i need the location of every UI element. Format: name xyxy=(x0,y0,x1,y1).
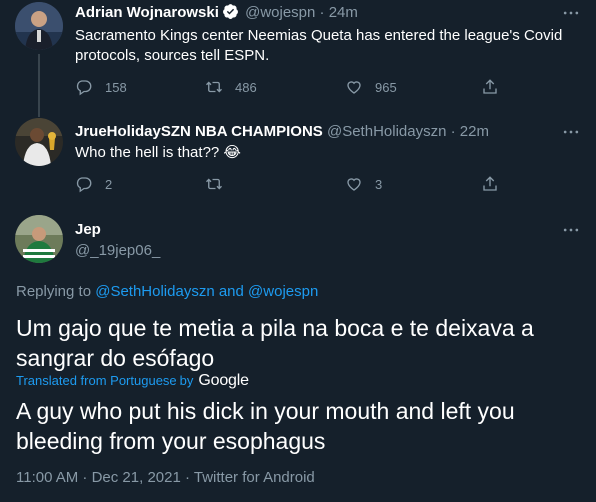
like-icon xyxy=(347,81,361,94)
more-icon[interactable] xyxy=(561,122,581,142)
replying-prefix: Replying to xyxy=(16,283,92,300)
author-handle[interactable]: @_19jep06_ xyxy=(75,241,160,261)
thread-line xyxy=(38,54,40,110)
google-logo: Google xyxy=(198,372,249,389)
like-count: 3 xyxy=(375,176,383,192)
author-handle[interactable]: @SethHolidayszn xyxy=(327,123,446,140)
retweet-button[interactable]: 486 xyxy=(205,78,257,96)
thread-line xyxy=(38,110,40,117)
tweet-actions: 2 3 xyxy=(75,175,515,195)
like-button[interactable]: 965 xyxy=(345,78,397,96)
verified-badge-icon xyxy=(222,3,239,26)
avatar-jep[interactable] xyxy=(15,215,63,263)
tweet-time[interactable]: 22m xyxy=(460,123,489,140)
reply-count: 2 xyxy=(105,176,113,192)
retweet-icon xyxy=(206,81,222,93)
translated-by: by xyxy=(179,373,194,388)
tweet-text: Um gajo que te metia a pila na boca e te… xyxy=(16,315,534,371)
reply-button[interactable]: 158 xyxy=(75,78,127,96)
like-button[interactable]: 3 xyxy=(345,175,382,193)
tweet-actions: 158 486 965 xyxy=(75,78,515,98)
more-icon[interactable] xyxy=(561,220,581,240)
tweet-header: JrueHolidaySZN NBA CHAMPIONS @SethHolida… xyxy=(75,123,489,140)
avatar-image xyxy=(15,2,63,50)
author-name[interactable]: Adrian Wojnarowski xyxy=(75,4,219,21)
replying-user-link[interactable]: @wojespn xyxy=(248,283,318,300)
tweet-wojespn[interactable]: Adrian Wojnarowski @wojespn · 24m Sacram… xyxy=(0,0,596,110)
like-icon xyxy=(347,178,361,191)
avatar-wojespn[interactable] xyxy=(15,2,63,50)
reply-count: 158 xyxy=(105,79,127,95)
retweet-count: 486 xyxy=(235,79,257,95)
more-icon[interactable] xyxy=(561,3,581,23)
replying-and: and xyxy=(218,283,244,300)
avatar-image xyxy=(15,215,63,263)
tweet-text: Sacramento Kings center Neemias Queta ha… xyxy=(75,27,563,64)
reply-button[interactable]: 2 xyxy=(75,175,112,193)
translation-attribution[interactable]: Translated from Portuguese by Google xyxy=(16,372,249,390)
replying-user-link[interactable]: @SethHolidayszn xyxy=(95,283,214,300)
share-button[interactable] xyxy=(481,175,499,193)
tweet-header: Adrian Wojnarowski @wojespn · 24m xyxy=(75,3,358,26)
like-count: 965 xyxy=(375,79,397,95)
author-handle[interactable]: @wojespn xyxy=(245,4,315,21)
tweet-sethholidayszn[interactable]: JrueHolidaySZN NBA CHAMPIONS @SethHolida… xyxy=(0,110,596,205)
reply-icon xyxy=(76,80,92,96)
tweet-text: Who the hell is that?? 😂 xyxy=(75,144,241,161)
author-name[interactable]: Jep xyxy=(75,221,101,238)
retweet-icon xyxy=(206,178,222,190)
tweet-time[interactable]: 24m xyxy=(329,4,358,21)
share-icon xyxy=(483,176,497,191)
avatar-sethholidayszn[interactable] xyxy=(15,118,63,166)
replying-to: Replying to @SethHolidayszn and @wojespn xyxy=(16,282,318,302)
avatar-image xyxy=(15,118,63,166)
tweet-timestamp[interactable]: 11:00 AM · Dec 21, 2021 · Twitter for An… xyxy=(16,468,315,488)
tweet-header: Jep xyxy=(75,220,101,240)
share-icon xyxy=(483,79,497,94)
translated-text: A guy who put his dick in your mouth and… xyxy=(16,398,515,454)
reply-icon xyxy=(76,177,92,193)
author-name[interactable]: JrueHolidaySZN NBA CHAMPIONS xyxy=(75,123,323,140)
retweet-button[interactable] xyxy=(205,175,235,193)
share-button[interactable] xyxy=(481,78,499,96)
translated-label: Translated from Portuguese xyxy=(16,373,177,388)
